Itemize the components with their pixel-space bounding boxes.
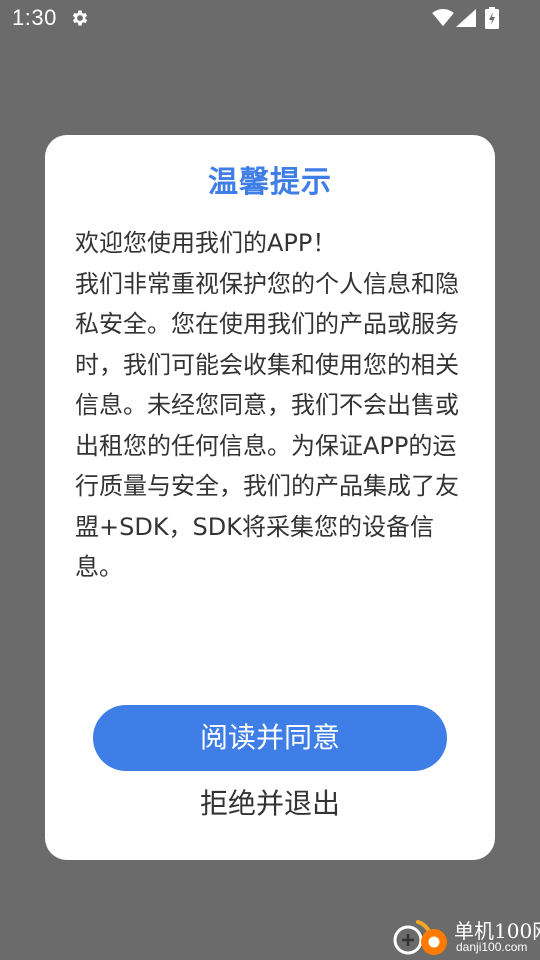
wifi-icon <box>432 9 454 27</box>
signal-icon <box>456 9 476 27</box>
dialog-title: 温馨提示 <box>208 165 332 200</box>
dialog-message: 欢迎您使用我们的APP！ 我们非常重视保护您的个人信息和隐私安全。您在使用我们的… <box>75 229 459 581</box>
status-bar: 1:30 <box>0 0 540 38</box>
site-watermark: 单机100网 danji100.com <box>392 913 540 958</box>
agree-button[interactable]: 阅读并同意 <box>93 705 447 771</box>
settings-icon <box>72 10 88 26</box>
battery-charging-icon <box>485 7 499 29</box>
watermark-site-url: danji100.com <box>456 940 528 954</box>
status-time: 1:30 <box>12 5 57 30</box>
reject-exit-button[interactable]: 拒绝并退出 <box>93 779 447 829</box>
privacy-dialog: 温馨提示 欢迎您使用我们的APP！ 我们非常重视保护您的个人信息和隐私安全。您在… <box>45 135 495 860</box>
watermark-logo-icon <box>393 920 447 955</box>
